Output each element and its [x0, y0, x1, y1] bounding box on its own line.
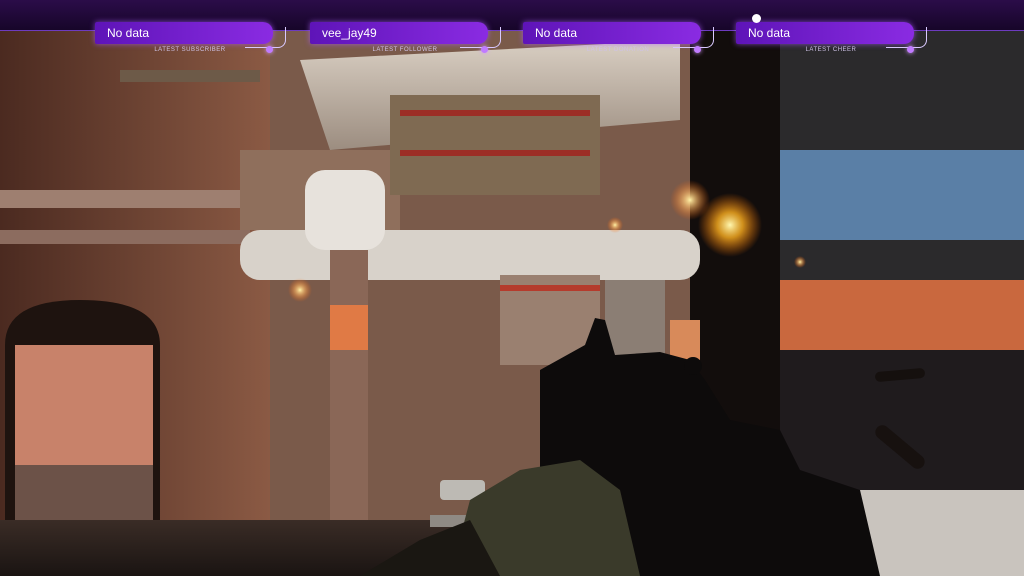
widget-dot-icon	[266, 46, 273, 53]
widget-bracket-icon	[245, 27, 286, 48]
latest-subscriber-value: No data	[107, 26, 150, 40]
widget-bracket-icon	[460, 27, 501, 48]
latest-donation-caption: LATEST DONATION	[586, 47, 650, 53]
widget-dot-icon	[481, 46, 488, 53]
widget-dot-icon	[752, 14, 761, 23]
latest-cheer-widget: No data LATEST CHEER	[736, 14, 931, 56]
latest-subscriber-caption: LATEST SUBSCRIBER	[154, 47, 226, 53]
latest-cheer-value: No data	[748, 26, 791, 40]
latest-donation-widget: No data LATEST DONATION	[523, 22, 718, 56]
game-scene	[0, 30, 1024, 576]
latest-cheer-caption: LATEST CHEER	[805, 47, 857, 53]
latest-follower-value: vee_jay49	[322, 26, 377, 40]
widget-dot-icon	[907, 46, 914, 53]
widget-dot-icon	[694, 46, 701, 53]
widget-bracket-icon	[886, 27, 927, 48]
latest-follower-widget: vee_jay49 LATEST FOLLOWER	[310, 22, 505, 56]
latest-subscriber-widget: No data LATEST SUBSCRIBER	[95, 22, 290, 56]
latest-donation-value: No data	[535, 26, 578, 40]
widget-bracket-icon	[673, 27, 714, 48]
latest-follower-caption: LATEST FOLLOWER	[372, 47, 438, 53]
